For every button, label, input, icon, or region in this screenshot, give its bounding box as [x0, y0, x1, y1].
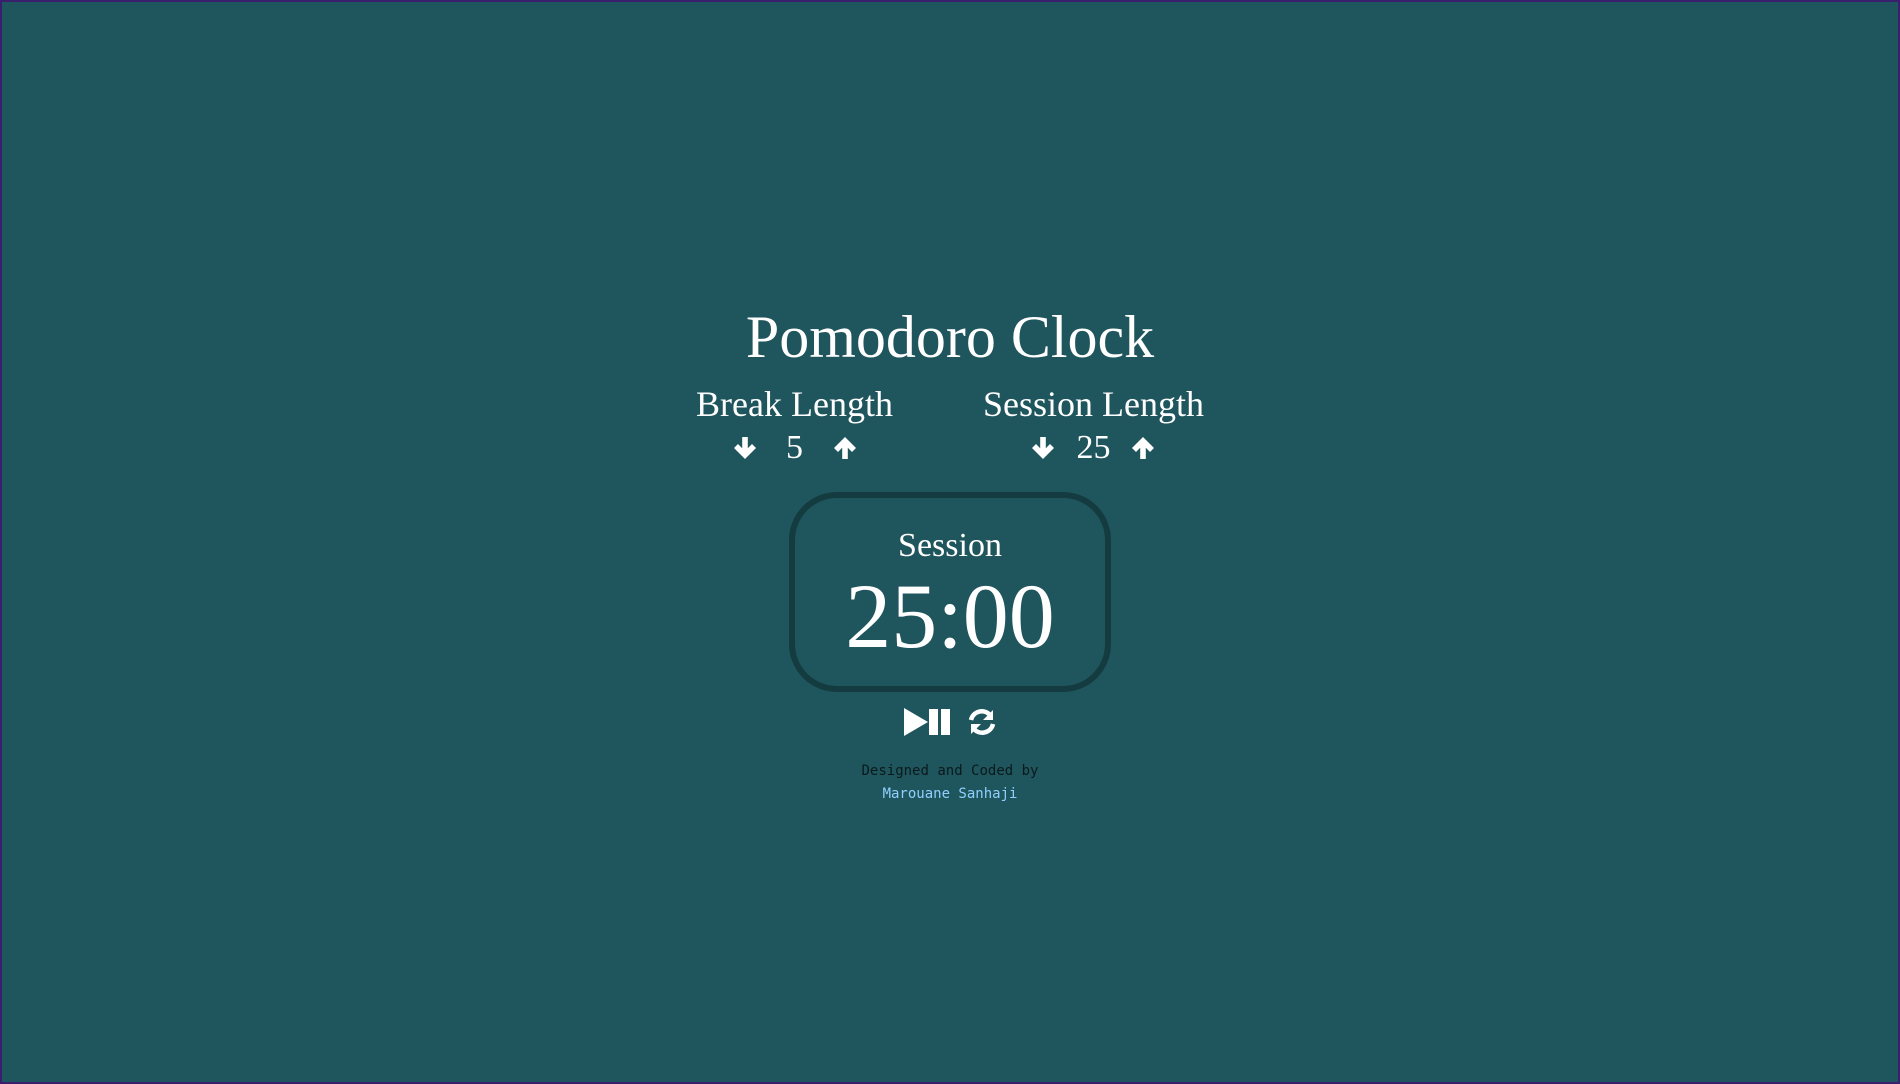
arrow-up-icon: [1132, 437, 1155, 459]
break-length-label: Break Length: [696, 384, 893, 424]
timer-display: Session 25:00: [789, 492, 1111, 692]
break-length-value: 5: [786, 429, 803, 466]
break-increment-button[interactable]: [829, 432, 861, 464]
timer-time: 25:00: [845, 565, 1055, 667]
session-increment-button[interactable]: [1127, 432, 1159, 464]
session-decrement-button[interactable]: [1027, 432, 1059, 464]
timer-label: Session: [898, 527, 1002, 564]
session-length-controls: 25: [1027, 428, 1159, 468]
timer-controls: [903, 706, 997, 738]
length-settings: Break Length 5 Session Length 25: [696, 384, 1204, 468]
author-link[interactable]: Marouane Sanhaji: [883, 786, 1018, 802]
arrow-up-icon: [833, 437, 856, 459]
credits: Designed and Coded by Marouane Sanhaji: [861, 760, 1038, 806]
break-decrement-button[interactable]: [729, 432, 761, 464]
break-length-block: Break Length 5: [696, 384, 893, 468]
reset-button[interactable]: [967, 707, 997, 737]
page-title: Pomodoro Clock: [745, 304, 1155, 370]
session-length-block: Session Length 25: [983, 384, 1204, 468]
play-pause-button[interactable]: [903, 706, 955, 738]
session-length-label: Session Length: [982, 384, 1204, 424]
play-pause-icon: [904, 708, 950, 736]
break-length-controls: 5: [729, 428, 861, 468]
refresh-icon: [968, 709, 996, 735]
credits-line: Designed and Coded by: [861, 763, 1039, 779]
session-length-value: 25: [1076, 429, 1111, 466]
pomodoro-app: Pomodoro Clock Break Length 5 Session Le: [2, 302, 1898, 806]
arrow-down-icon: [733, 437, 756, 459]
arrow-down-icon: [1032, 437, 1055, 459]
